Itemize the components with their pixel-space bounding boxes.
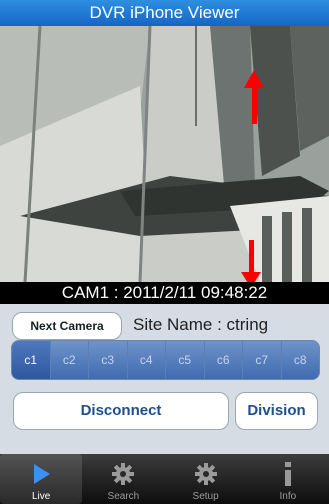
control-panel: Next Camera Site Name : ctring c1 c2 c3 … bbox=[0, 304, 329, 454]
next-camera-button[interactable]: Next Camera bbox=[12, 312, 122, 340]
camera-video-feed[interactable] bbox=[0, 26, 329, 282]
tab-label: Setup bbox=[192, 491, 219, 502]
gear-icon bbox=[112, 463, 135, 485]
channel-c7[interactable]: c7 bbox=[243, 341, 282, 379]
camera-image bbox=[0, 26, 329, 282]
tab-live[interactable]: Live bbox=[0, 454, 83, 504]
site-name-label: Site Name : ctring bbox=[133, 315, 269, 334]
channel-selector: c1 c2 c3 c4 c5 c6 c7 c8 bbox=[11, 340, 320, 380]
channel-c5[interactable]: c5 bbox=[166, 341, 205, 379]
tab-setup[interactable]: Setup bbox=[165, 454, 247, 504]
tab-label: Search bbox=[107, 491, 140, 502]
channel-c2[interactable]: c2 bbox=[51, 341, 89, 379]
tab-bar: Live Search Setup Info bbox=[0, 454, 329, 504]
disconnect-button[interactable]: Disconnect bbox=[13, 392, 229, 430]
tab-search[interactable]: Search bbox=[82, 454, 164, 504]
channel-c4[interactable]: c4 bbox=[128, 341, 166, 379]
gear-icon bbox=[194, 463, 217, 485]
division-button[interactable]: Division bbox=[235, 392, 318, 430]
tab-label: Live bbox=[31, 491, 51, 502]
tab-info[interactable]: Info bbox=[247, 454, 329, 504]
channel-c3[interactable]: c3 bbox=[89, 341, 128, 379]
title-bar: DVR iPhone Viewer bbox=[0, 0, 329, 26]
channel-c8[interactable]: c8 bbox=[282, 341, 320, 379]
app-title: DVR iPhone Viewer bbox=[89, 3, 240, 22]
marker-arrow-up bbox=[252, 84, 257, 124]
info-icon bbox=[284, 462, 291, 486]
channel-c6[interactable]: c6 bbox=[205, 341, 243, 379]
play-icon bbox=[34, 464, 51, 484]
camera-caption: CAM1 : 2011/2/11 09:48:22 bbox=[0, 282, 329, 304]
tab-label: Info bbox=[279, 491, 297, 502]
channel-c1[interactable]: c1 bbox=[12, 341, 51, 379]
